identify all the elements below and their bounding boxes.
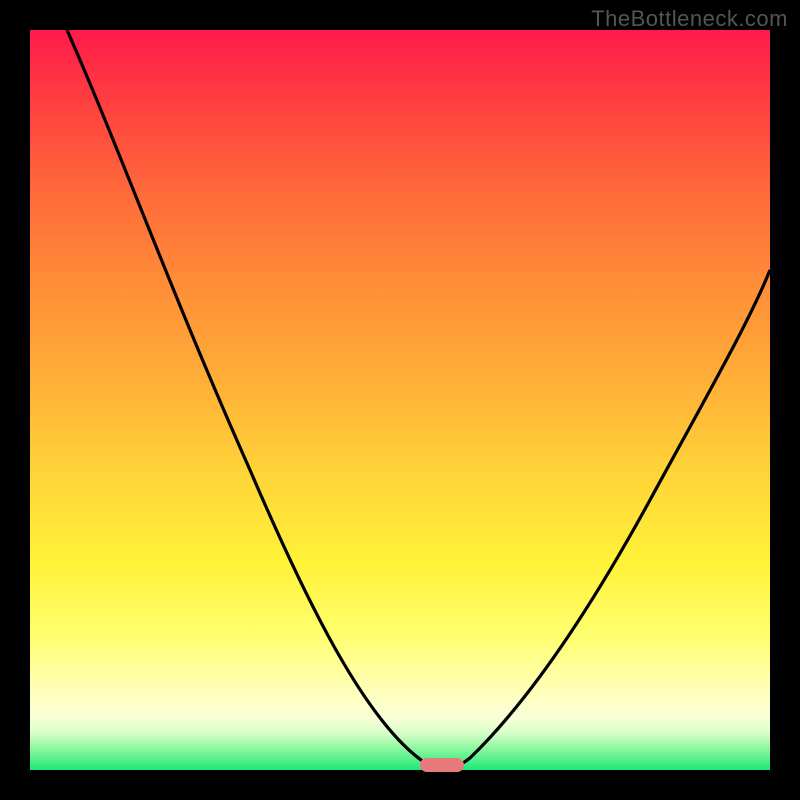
curve-path (67, 30, 770, 768)
plot-area (30, 30, 770, 770)
watermark-text: TheBottleneck.com (591, 6, 788, 32)
chart-frame: TheBottleneck.com (0, 0, 800, 800)
bottleneck-curve (30, 30, 770, 770)
optimal-marker (420, 758, 464, 772)
